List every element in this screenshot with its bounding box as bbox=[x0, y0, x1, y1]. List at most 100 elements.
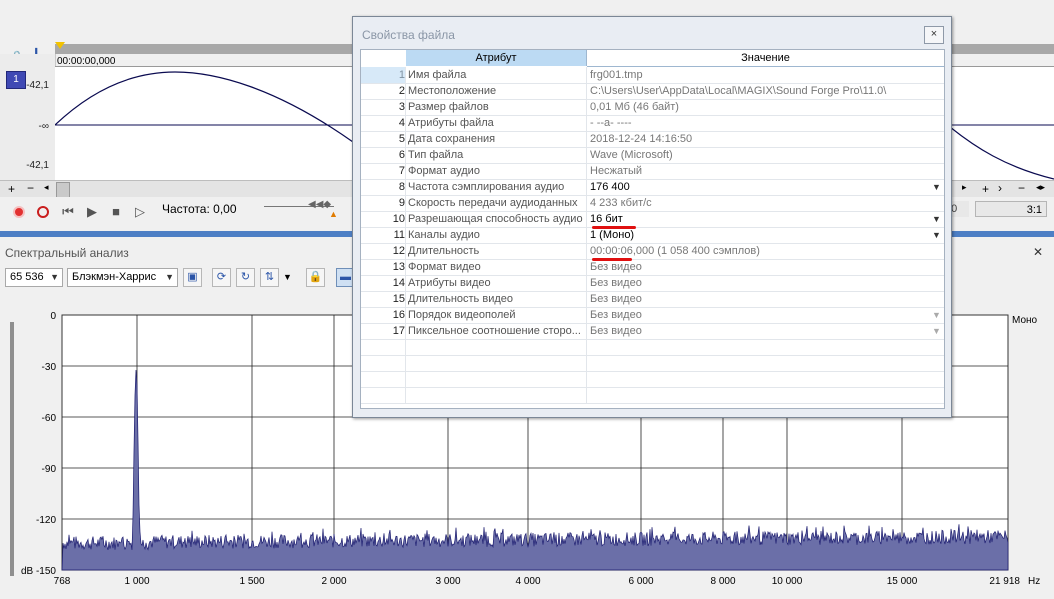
property-row[interactable]: 15 Длительность видео Без видео bbox=[361, 291, 944, 308]
empty-row bbox=[361, 371, 944, 388]
property-row[interactable]: 3 Размер файлов 0,01 Мб (46 байт) bbox=[361, 99, 944, 116]
row-number: 17 bbox=[392, 325, 405, 337]
chevron-right-icon[interactable]: › bbox=[998, 181, 1002, 195]
close-icon[interactable]: × bbox=[924, 26, 944, 44]
fft-size-select[interactable]: 65 536 ▼ bbox=[5, 268, 63, 287]
snapshot-icon[interactable]: ▣ bbox=[183, 268, 202, 287]
property-row[interactable]: 14 Атрибуты видео Без видео bbox=[361, 275, 944, 292]
property-attribute: Формат видео bbox=[408, 261, 481, 273]
property-row[interactable]: 13 Формат видео Без видео bbox=[361, 259, 944, 276]
property-value[interactable]: 16 бит bbox=[590, 211, 940, 227]
column-header-attribute[interactable]: Атрибут bbox=[406, 50, 587, 66]
zoom-out-button[interactable]: − bbox=[27, 181, 34, 195]
property-value[interactable]: Wave (Microsoft) bbox=[590, 147, 940, 163]
property-attribute: Формат аудио bbox=[408, 165, 480, 177]
row-number: 16 bbox=[392, 309, 405, 321]
property-value[interactable]: Без видео bbox=[590, 259, 940, 275]
refresh-icon[interactable]: ⟳ bbox=[212, 268, 231, 287]
property-row[interactable]: 10 Разрешающая способность аудио 16 бит ▼ bbox=[361, 211, 944, 228]
empty-row bbox=[361, 355, 944, 372]
property-attribute: Скорость передачи аудиоданных bbox=[408, 197, 578, 209]
dropdown-arrow-icon[interactable]: ▼ bbox=[283, 272, 292, 282]
zoom-in-right-button[interactable]: + bbox=[982, 182, 989, 196]
x-tick-label: 3 000 bbox=[435, 576, 460, 587]
row-number: 13 bbox=[392, 261, 405, 273]
property-value[interactable]: 176 400 bbox=[590, 179, 940, 195]
property-row[interactable]: 4 Атрибуты файла - --a- ---- bbox=[361, 115, 944, 132]
property-value[interactable]: - --a- ---- bbox=[590, 115, 940, 131]
property-value[interactable]: 1 (Моно) bbox=[590, 227, 940, 243]
lock-icon[interactable]: 🔒 bbox=[306, 268, 325, 287]
row-number: 2 bbox=[398, 85, 405, 97]
rate-slider-thumb-icon[interactable]: ◀◀◆ bbox=[308, 199, 331, 210]
chevron-down-icon[interactable]: ▼ bbox=[932, 211, 941, 227]
channel-badge[interactable]: 1 bbox=[6, 71, 26, 89]
go-to-start-icon[interactable]: ⏮ bbox=[59, 203, 77, 221]
property-value[interactable]: frg001.tmp bbox=[590, 67, 940, 83]
property-value[interactable]: 2018-12-24 14:16:50 bbox=[590, 131, 940, 147]
property-attribute: Местоположение bbox=[408, 85, 497, 97]
column-header-value[interactable]: Значение bbox=[587, 50, 944, 67]
expand-horizontal-icon[interactable]: ◂▸ bbox=[1036, 182, 1045, 193]
property-value[interactable]: Без видео bbox=[590, 291, 940, 307]
property-row[interactable]: 2 Местоположение C:\Users\User\AppData\Loc… bbox=[361, 83, 944, 100]
auto-update-icon[interactable]: ↻ bbox=[236, 268, 255, 287]
property-attribute: Имя файла bbox=[408, 69, 467, 81]
zoom-ratio-field[interactable]: 3:1 bbox=[975, 201, 1047, 217]
annotation-underline-bit-depth bbox=[592, 258, 632, 261]
x-tick-label: 21 918 bbox=[989, 576, 1020, 587]
property-value[interactable]: Без видео bbox=[590, 275, 940, 291]
window-function-select[interactable]: Блэкмэн-Харрис ▼ bbox=[67, 268, 178, 287]
scroll-right-icon[interactable]: ▸ bbox=[962, 182, 967, 193]
zoom-in-button[interactable]: + bbox=[8, 182, 15, 196]
property-row[interactable]: 16 Порядок видеополей Без видео ▼ bbox=[361, 307, 944, 324]
property-row[interactable]: 12 Длительность 00:00:06,000 (1 058 400 сэ… bbox=[361, 243, 944, 260]
property-attribute: Атрибуты файла bbox=[408, 117, 494, 129]
panel-close-icon[interactable]: ✕ bbox=[1033, 245, 1043, 259]
property-value[interactable]: 4 233 кбит/с bbox=[590, 195, 940, 211]
property-attribute: Длительность видео bbox=[408, 293, 513, 305]
row-number: 11 bbox=[393, 229, 405, 241]
property-row[interactable]: 11 Каналы аудио 1 (Моно) ▼ bbox=[361, 227, 944, 244]
property-row[interactable]: 1Имя файлаfrg001.tmp bbox=[361, 67, 944, 84]
property-row[interactable]: 5 Дата сохранения 2018-12-24 14:16:50 bbox=[361, 131, 944, 148]
x-tick-label: 768 bbox=[54, 576, 71, 587]
property-attribute: Тип файла bbox=[408, 149, 464, 161]
row-number: 8 bbox=[398, 181, 405, 193]
record-icon[interactable] bbox=[34, 203, 52, 221]
header-row-selector bbox=[361, 50, 405, 66]
chevron-down-icon: ▼ bbox=[50, 272, 59, 282]
zoom-out-right-button[interactable]: − bbox=[1018, 181, 1025, 195]
property-value[interactable]: Без видео bbox=[590, 323, 940, 339]
stop-icon[interactable]: ■ bbox=[107, 203, 125, 221]
property-attribute: Пиксельное соотношение сторо... bbox=[408, 325, 581, 337]
property-value[interactable]: Без видео bbox=[590, 307, 940, 323]
property-attribute: Дата сохранения bbox=[408, 133, 496, 145]
scroll-left-icon[interactable]: ◂ bbox=[44, 182, 49, 193]
property-row[interactable]: 17 Пиксельное соотношение сторо... Без вид… bbox=[361, 323, 944, 340]
play-all-icon[interactable]: ▷ bbox=[131, 203, 149, 221]
property-row[interactable]: 6 Тип файла Wave (Microsoft) bbox=[361, 147, 944, 164]
chevron-down-icon[interactable]: ▼ bbox=[932, 323, 941, 339]
x-tick-label: 15 000 bbox=[887, 576, 918, 587]
property-value[interactable]: 00:00:06,000 (1 058 400 сэмплов) bbox=[590, 243, 940, 259]
playhead-marker-icon[interactable] bbox=[55, 42, 65, 49]
property-row[interactable]: 9 Скорость передачи аудиоданных 4 233 кбит… bbox=[361, 195, 944, 212]
row-number: 6 bbox=[398, 149, 405, 161]
chevron-down-icon[interactable]: ▼ bbox=[932, 227, 941, 243]
property-row[interactable]: 7 Формат аудио Несжатый bbox=[361, 163, 944, 180]
y-tick-label: -30 bbox=[42, 362, 57, 373]
row-selector-highlight bbox=[361, 67, 405, 83]
property-value[interactable]: 0,01 Мб (46 байт) bbox=[590, 99, 940, 115]
property-value[interactable]: Несжатый bbox=[590, 163, 940, 179]
x-tick-label: 2 000 bbox=[321, 576, 346, 587]
record-arm-icon[interactable] bbox=[10, 203, 28, 221]
chevron-down-icon[interactable]: ▼ bbox=[932, 179, 941, 195]
play-icon[interactable]: ▶ bbox=[83, 203, 101, 221]
scroll-thumb[interactable] bbox=[56, 182, 70, 198]
chevron-down-icon[interactable]: ▼ bbox=[932, 307, 941, 323]
x-unit-label: Hz bbox=[1028, 576, 1040, 587]
property-value[interactable]: C:\Users\User\AppData\Local\MAGIX\Sound … bbox=[590, 83, 940, 99]
compare-icon[interactable]: ⇅ bbox=[260, 268, 279, 287]
property-row[interactable]: 8 Частота сэмплирования аудио 176 400 ▼ bbox=[361, 179, 944, 196]
